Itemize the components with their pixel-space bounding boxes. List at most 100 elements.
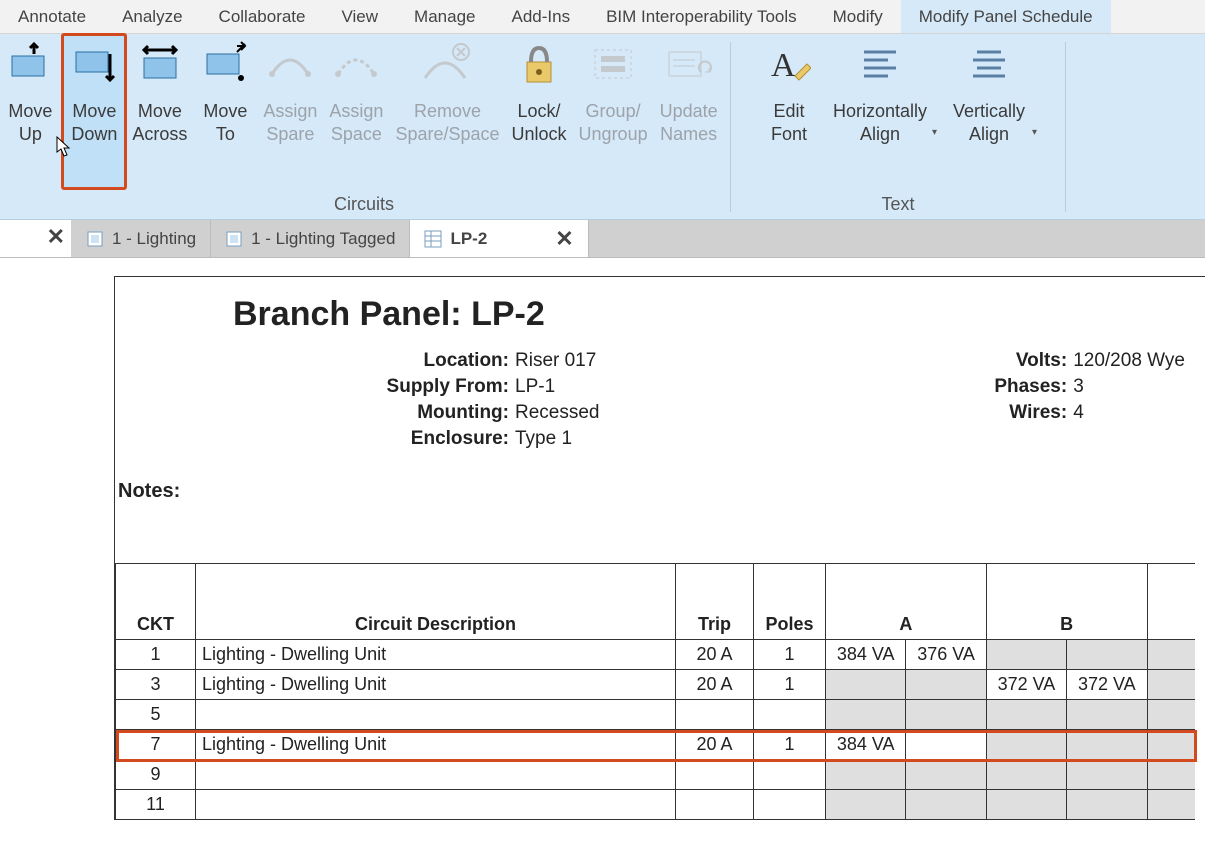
cell-trip[interactable]: 20 A [676, 670, 754, 700]
table-row[interactable]: 11 [116, 790, 1196, 820]
col-a: A [826, 564, 987, 640]
circuit-table[interactable]: CKT Circuit Description Trip Poles A B 1… [115, 563, 1195, 820]
cell-poles[interactable] [754, 790, 826, 820]
h-align-button[interactable]: Horizontally Align ▾ [821, 34, 939, 189]
cell-poles[interactable]: 1 [754, 730, 826, 760]
group-icon [587, 38, 639, 90]
tab-view[interactable]: View [324, 0, 397, 33]
cell-desc[interactable] [196, 700, 676, 730]
table-row[interactable]: 3Lighting - Dwelling Unit20 A1 372 VA372 … [116, 670, 1196, 700]
cell-poles[interactable]: 1 [754, 640, 826, 670]
cell-extra[interactable] [1147, 730, 1195, 760]
cell-desc[interactable] [196, 790, 676, 820]
cell-poles[interactable] [754, 700, 826, 730]
cell-b2[interactable] [1067, 790, 1147, 820]
cell-extra[interactable] [1147, 760, 1195, 790]
cell-ckt[interactable]: 11 [116, 790, 196, 820]
cell-ckt[interactable]: 1 [116, 640, 196, 670]
cell-a2[interactable] [906, 730, 986, 760]
cell-b1[interactable] [986, 700, 1066, 730]
cell-a1[interactable]: 384 VA [826, 730, 906, 760]
cell-a2[interactable] [906, 790, 986, 820]
button-label: Assign Space [329, 100, 383, 145]
col-extra [1147, 564, 1195, 640]
cell-ckt[interactable]: 7 [116, 730, 196, 760]
cell-desc[interactable]: Lighting - Dwelling Unit [196, 670, 676, 700]
tab-modify-panel-schedule[interactable]: Modify Panel Schedule [901, 0, 1111, 33]
cell-desc[interactable]: Lighting - Dwelling Unit [196, 730, 676, 760]
cell-desc[interactable]: Lighting - Dwelling Unit [196, 640, 676, 670]
move-down-button[interactable]: Move Down [62, 34, 126, 189]
doc-tab-lighting[interactable]: 1 - Lighting [72, 220, 211, 257]
button-label: Move Up [8, 100, 52, 145]
cell-poles[interactable] [754, 760, 826, 790]
table-row[interactable]: 9 [116, 760, 1196, 790]
cell-b2[interactable] [1067, 700, 1147, 730]
cell-b2[interactable] [1067, 730, 1147, 760]
panel-meta: Location: Riser 017 Volts: 120/208 Wye S… [115, 350, 1195, 450]
move-to-icon [199, 38, 251, 90]
v-align-button[interactable]: Vertically Align ▾ [939, 34, 1039, 189]
tab-addins[interactable]: Add-Ins [493, 0, 588, 33]
cell-trip[interactable]: 20 A [676, 730, 754, 760]
cell-desc[interactable] [196, 760, 676, 790]
assign-space-button: Assign Space [323, 34, 389, 189]
edit-font-button[interactable]: A Edit Font [757, 34, 821, 189]
cell-extra[interactable] [1147, 670, 1195, 700]
cell-b1[interactable] [986, 790, 1066, 820]
tab-analyze[interactable]: Analyze [104, 0, 200, 33]
cell-ckt[interactable]: 5 [116, 700, 196, 730]
meta-key: Volts: [600, 350, 1074, 372]
tab-modify[interactable]: Modify [815, 0, 901, 33]
cell-extra[interactable] [1147, 700, 1195, 730]
cell-a1[interactable] [826, 700, 906, 730]
cell-b1[interactable]: 372 VA [986, 670, 1066, 700]
update-names-button: Update Names [654, 34, 724, 189]
button-label: Move To [203, 100, 247, 145]
close-icon[interactable]: ✕ [555, 226, 573, 252]
cell-trip[interactable] [676, 760, 754, 790]
cell-extra[interactable] [1147, 640, 1195, 670]
cell-a1[interactable] [826, 670, 906, 700]
h-align-icon [854, 38, 906, 90]
cell-trip[interactable]: 20 A [676, 640, 754, 670]
cell-b2[interactable]: 372 VA [1067, 670, 1147, 700]
doc-tab-lp2[interactable]: LP-2 ✕ [410, 220, 588, 257]
move-up-button[interactable]: Move Up [4, 34, 62, 189]
doc-tab-lighting-tagged[interactable]: 1 - Lighting Tagged [211, 220, 410, 257]
move-to-button[interactable]: Move To [193, 34, 257, 189]
tab-manage[interactable]: Manage [396, 0, 493, 33]
close-icon[interactable]: ✕ [47, 224, 65, 250]
cell-b2[interactable] [1067, 640, 1147, 670]
tab-annotate[interactable]: Annotate [0, 0, 104, 33]
cell-b2[interactable] [1067, 760, 1147, 790]
cell-poles[interactable]: 1 [754, 670, 826, 700]
cell-trip[interactable] [676, 790, 754, 820]
cell-ckt[interactable]: 3 [116, 670, 196, 700]
move-across-button[interactable]: Move Across [126, 34, 193, 189]
button-label: Remove Spare/Space [395, 100, 499, 145]
tab-bim[interactable]: BIM Interoperability Tools [588, 0, 815, 33]
cell-a2[interactable] [906, 760, 986, 790]
cell-b1[interactable] [986, 760, 1066, 790]
table-row[interactable]: 1Lighting - Dwelling Unit20 A1384 VA376 … [116, 640, 1196, 670]
cell-a1[interactable]: 384 VA [826, 640, 906, 670]
ribbon-toolbar: Move Up Move Down Move Across [0, 34, 1205, 220]
cell-a1[interactable] [826, 790, 906, 820]
cell-ckt[interactable]: 9 [116, 760, 196, 790]
cell-a1[interactable] [826, 760, 906, 790]
cell-extra[interactable] [1147, 790, 1195, 820]
lock-unlock-button[interactable]: Lock/ Unlock [506, 34, 573, 189]
table-row[interactable]: 5 [116, 700, 1196, 730]
tab-collaborate[interactable]: Collaborate [201, 0, 324, 33]
table-row[interactable]: 7Lighting - Dwelling Unit20 A1384 VA [116, 730, 1196, 760]
button-label: Update Names [660, 100, 718, 145]
cell-a2[interactable]: 376 VA [906, 640, 986, 670]
cell-a2[interactable] [906, 700, 986, 730]
cell-a2[interactable] [906, 670, 986, 700]
cell-trip[interactable] [676, 700, 754, 730]
cell-b1[interactable] [986, 640, 1066, 670]
cell-b1[interactable] [986, 730, 1066, 760]
button-label: Move Across [132, 100, 187, 145]
table-header-row: CKT Circuit Description Trip Poles A B [116, 564, 1196, 640]
